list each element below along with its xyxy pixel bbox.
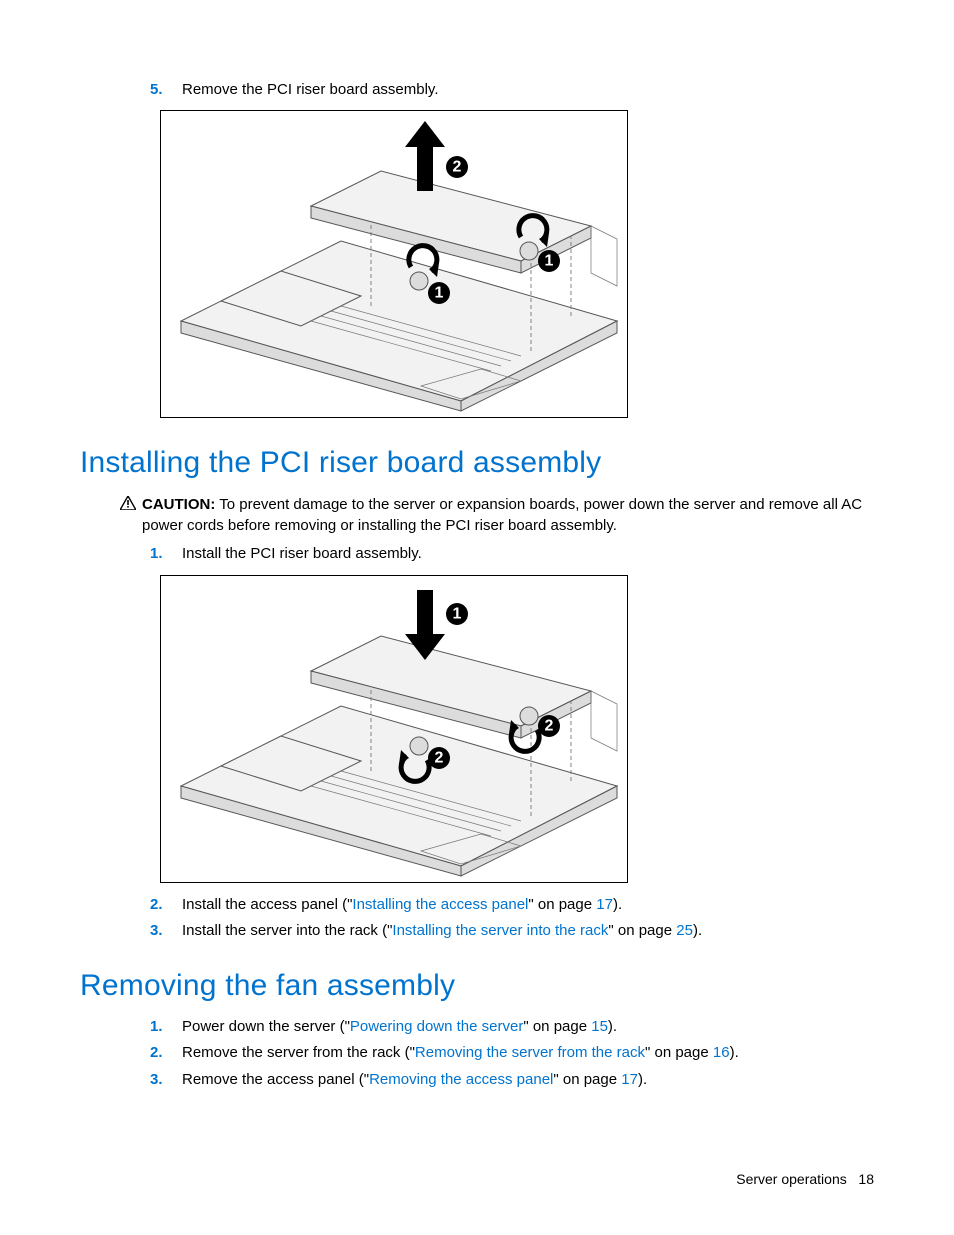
svg-text:1: 1 — [453, 605, 462, 622]
step-number: 3. — [150, 1070, 163, 1090]
step-text-pre: Remove the server from the rack (" — [182, 1044, 415, 1061]
install-step-list-2: 2. Install the access panel ("Installing… — [80, 895, 874, 942]
step-text-end: ). — [638, 1071, 647, 1088]
page-footer: Server operations 18 — [736, 1171, 874, 1187]
callout-1: 1 — [446, 603, 468, 625]
step-text-pre: Remove the access panel (" — [182, 1071, 369, 1088]
svg-text:2: 2 — [453, 159, 462, 176]
install-step-3: 3. Install the server into the rack ("In… — [150, 921, 874, 941]
step-number: 5. — [150, 80, 163, 100]
step-number: 3. — [150, 921, 163, 941]
page-link[interactable]: 17 — [621, 1071, 638, 1088]
document-page: 5. Remove the PCI riser board assembly. — [0, 0, 954, 1235]
diagram-install-icon: 1 2 2 — [161, 576, 627, 882]
figure-remove-riser: 1 1 2 — [160, 110, 628, 418]
svg-text:1: 1 — [435, 285, 444, 302]
step-number: 2. — [150, 895, 163, 915]
step-number: 2. — [150, 1043, 163, 1063]
svg-text:2: 2 — [545, 717, 554, 734]
step-text-post: " on page — [645, 1044, 713, 1061]
step-text-post: " on page — [528, 896, 596, 913]
caution-label: CAUTION: — [142, 496, 215, 513]
step-text-post: " on page — [608, 922, 676, 939]
svg-text:1: 1 — [545, 253, 554, 270]
callout-2a: 2 — [428, 747, 450, 769]
page-link[interactable]: 15 — [591, 1018, 608, 1035]
footer-section: Server operations — [736, 1171, 847, 1187]
heading-remove-fan: Removing the fan assembly — [80, 969, 874, 1003]
svg-text:2: 2 — [435, 749, 444, 766]
step-number: 1. — [150, 1017, 163, 1037]
step-text-pre: Power down the server (" — [182, 1018, 350, 1035]
callout-2b: 2 — [538, 715, 560, 737]
step-number: 1. — [150, 544, 163, 564]
page-link[interactable]: 25 — [676, 922, 693, 939]
link-install-server-rack[interactable]: Installing the server into the rack — [392, 922, 608, 939]
step-text: Remove the PCI riser board assembly. — [182, 81, 439, 98]
page-link[interactable]: 16 — [713, 1044, 730, 1061]
step-text-end: ). — [730, 1044, 739, 1061]
diagram-remove-icon: 1 1 2 — [161, 111, 627, 417]
page-link[interactable]: 17 — [596, 896, 613, 913]
footer-page: 18 — [858, 1171, 874, 1187]
step-text: Install the PCI riser board assembly. — [182, 545, 422, 562]
step-text-end: ). — [693, 922, 702, 939]
callout-1a: 1 — [428, 282, 450, 304]
link-remove-server-rack[interactable]: Removing the server from the rack — [415, 1044, 645, 1061]
step-5: 5. Remove the PCI riser board assembly. — [150, 80, 874, 100]
callout-2: 2 — [446, 156, 468, 178]
install-step-1: 1. Install the PCI riser board assembly. — [150, 544, 874, 564]
step-text-pre: Install the access panel (" — [182, 896, 352, 913]
link-install-access-panel[interactable]: Installing the access panel — [352, 896, 528, 913]
caution-text: To prevent damage to the server or expan… — [142, 496, 862, 534]
callout-1b: 1 — [538, 250, 560, 272]
link-remove-access-panel[interactable]: Removing the access panel — [369, 1071, 553, 1088]
install-step-2: 2. Install the access panel ("Installing… — [150, 895, 874, 915]
top-step-list: 5. Remove the PCI riser board assembly. — [80, 80, 874, 100]
fan-step-1: 1. Power down the server ("Powering down… — [150, 1017, 874, 1037]
step-text-end: ). — [613, 896, 622, 913]
heading-install-riser: Installing the PCI riser board assembly — [80, 446, 874, 480]
step-text-pre: Install the server into the rack (" — [182, 922, 392, 939]
fan-step-3: 3. Remove the access panel ("Removing th… — [150, 1070, 874, 1090]
install-step-list: 1. Install the PCI riser board assembly. — [80, 544, 874, 564]
figure-install-riser: 1 2 2 — [160, 575, 628, 883]
fan-step-2: 2. Remove the server from the rack ("Rem… — [150, 1043, 874, 1063]
fan-step-list: 1. Power down the server ("Powering down… — [80, 1017, 874, 1090]
caution-icon — [120, 496, 136, 510]
step-text-post: " on page — [523, 1018, 591, 1035]
caution-block: CAUTION: To prevent damage to the server… — [120, 494, 874, 536]
step-text-post: " on page — [553, 1071, 621, 1088]
link-power-down[interactable]: Powering down the server — [350, 1018, 523, 1035]
step-text-end: ). — [608, 1018, 617, 1035]
